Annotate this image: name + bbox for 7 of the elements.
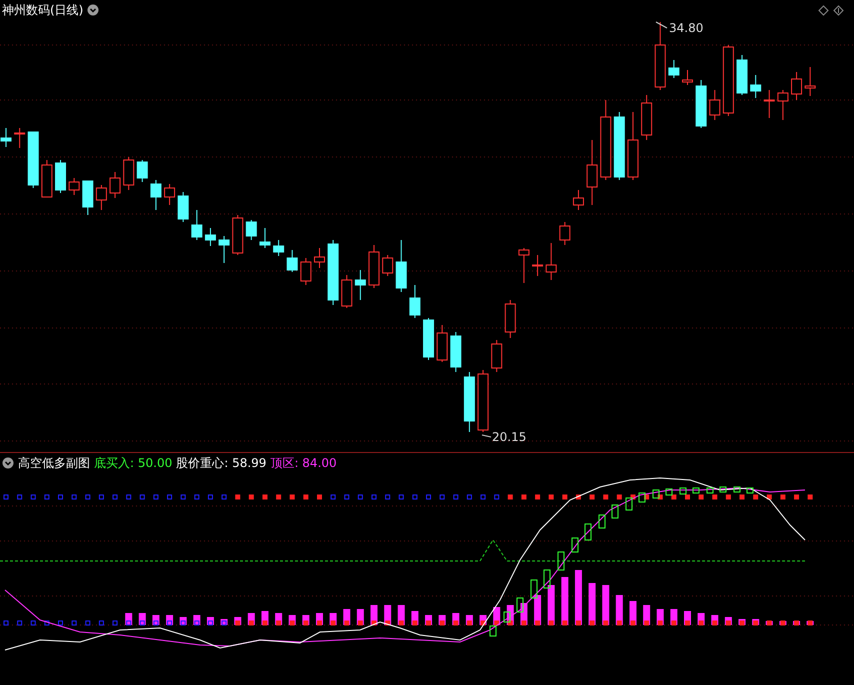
low-price-label: 20.15 [492, 430, 526, 444]
chart-title: 神州数码(日线) [2, 2, 84, 19]
indicator-title: 高空低多副图 [18, 455, 90, 472]
indicator-reading: 股价重心: 58.99 [176, 455, 266, 472]
high-price-label: 34.80 [669, 21, 704, 35]
indicator-reading: 顶区: 84.00 [270, 455, 337, 472]
indicator-reading: 底买入: 50.00 [94, 455, 172, 472]
